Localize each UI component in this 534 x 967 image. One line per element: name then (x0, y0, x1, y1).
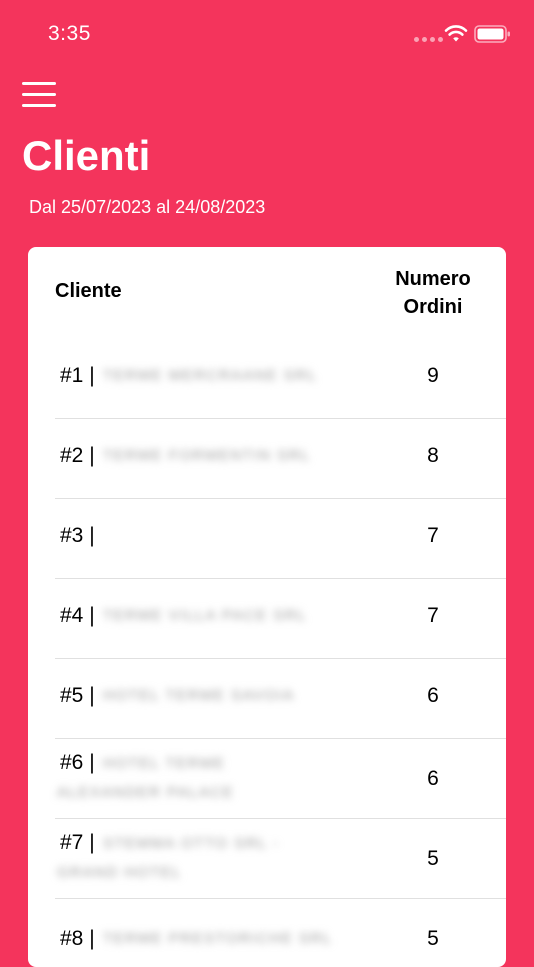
table-row[interactable]: #2 | TERME FORMENTIN SRL 8 (55, 419, 506, 499)
column-header-numero: Numero (395, 268, 471, 290)
date-range-from: 25/07/2023 (61, 197, 152, 217)
row-rank: #4 | (60, 604, 95, 627)
row-order-count: 5 (427, 847, 439, 870)
row-order-count: 5 (427, 927, 439, 950)
table-row[interactable]: #5 | HOTEL TERME SAVOIA 6 (55, 659, 506, 739)
row-rank: #5 | (60, 684, 95, 707)
row-client-name: TERME VILLA PACE SRL (103, 607, 307, 624)
table-header: Cliente Numero Ordini (28, 247, 506, 339)
hamburger-menu-icon[interactable] (22, 80, 56, 108)
table-row[interactable]: #4 | TERME VILLA PACE SRL 7 (55, 579, 506, 659)
row-order-count: 7 (427, 604, 439, 627)
row-client-name-line2: GRAND HOTEL (57, 864, 182, 881)
row-rank: #2 | (60, 444, 95, 467)
clients-table-card: Cliente Numero Ordini #1 | TERME MERCRAA… (28, 247, 506, 967)
table-rows: #1 | TERME MERCRAANE SRL 9 #2 | TERME FO… (28, 339, 506, 967)
page-title: Clienti (22, 132, 151, 179)
row-rank: #7 | (60, 831, 95, 854)
row-client-name: HOTEL TERME (103, 755, 226, 772)
battery-icon (474, 25, 510, 43)
row-rank: #6 | (60, 751, 95, 774)
row-rank: #1 | (60, 364, 95, 387)
column-header-cliente: Cliente (55, 280, 122, 302)
date-range-prefix: Dal (29, 197, 57, 217)
table-row[interactable]: #7 | STEMMA OTTO SRL - GRAND HOTEL 5 (55, 819, 506, 899)
date-range-to: 24/08/2023 (175, 197, 266, 217)
cellular-signal-icon (414, 37, 443, 42)
status-time: 3:35 (48, 22, 91, 45)
column-header-numero-ordini: Numero Ordini (373, 265, 493, 321)
row-client-name: TERME MERCRAANE SRL (103, 367, 318, 384)
row-client-name: HOTEL TERME SAVOIA (103, 687, 295, 704)
row-client-name: TERME PRESTORICHE SRL (103, 930, 333, 947)
table-row[interactable]: #3 | 7 (55, 499, 506, 579)
table-row[interactable]: #1 | TERME MERCRAANE SRL 9 (55, 339, 506, 419)
row-rank: #8 | (60, 927, 95, 950)
row-client-name-line2: ALEXANDER PALACE (57, 784, 235, 801)
table-row[interactable]: #8 | TERME PRESTORICHE SRL 5 (55, 899, 506, 967)
row-order-count: 6 (427, 767, 439, 790)
date-range-middle: al (156, 197, 171, 217)
row-order-count: 8 (427, 444, 439, 467)
table-row[interactable]: #6 | HOTEL TERME ALEXANDER PALACE 6 (55, 739, 506, 819)
row-order-count: 9 (427, 364, 439, 387)
row-order-count: 6 (427, 684, 439, 707)
wifi-icon (444, 25, 468, 42)
column-header-ordini: Ordini (403, 296, 463, 318)
row-rank: #3 | (60, 524, 95, 547)
row-order-count: 7 (427, 524, 439, 547)
status-bar: 3:35 (0, 0, 534, 66)
row-client-name: STEMMA OTTO SRL - (103, 835, 280, 852)
date-range: Dal 25/07/2023 al 24/08/2023 (29, 197, 265, 218)
row-client-name: TERME FORMENTIN SRL (103, 447, 311, 464)
